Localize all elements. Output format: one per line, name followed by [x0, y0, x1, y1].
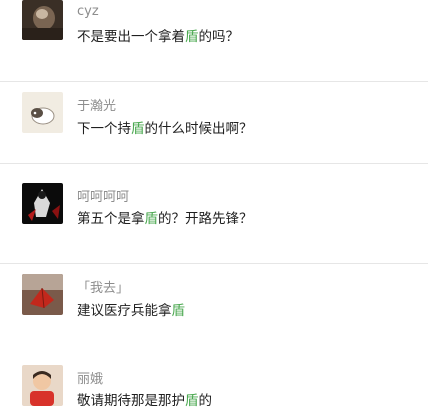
- highlighted-keyword: 盾: [185, 29, 199, 45]
- cat-avatar[interactable]: [22, 92, 63, 133]
- comment-text-part: 建议医疗兵能拿: [77, 303, 172, 319]
- comment-text-part: 的？开路先锋？: [158, 211, 253, 227]
- dark-portrait-avatar[interactable]: [22, 0, 63, 40]
- highlighted-keyword: 盾: [171, 303, 186, 319]
- highlighted-keyword: 盾: [144, 211, 159, 227]
- comment-text-part: 不是要出一个拿着: [77, 29, 185, 45]
- comment-text: 敬请期待那是那护盾的: [77, 389, 212, 409]
- comment-author-name[interactable]: 「我去」: [77, 277, 129, 296]
- comment-text: 第五个是拿盾的？开路先锋？: [77, 207, 253, 227]
- comment-item: 于瀚光 下一个持盾的什么时候出啊？: [0, 82, 428, 164]
- comment-author-name[interactable]: 于瀚光: [77, 95, 116, 114]
- comment-author-name[interactable]: 丽娥: [77, 368, 103, 387]
- comment-text: 下一个持盾的什么时候出啊？: [77, 117, 253, 137]
- comment-author-name[interactable]: cyz: [77, 4, 99, 19]
- comment-item: 丽娥 敬请期待那是那护盾的: [0, 356, 428, 409]
- black-figure-avatar[interactable]: [22, 183, 63, 224]
- comment-item: 「我去」 建议医疗兵能拿盾: [0, 264, 428, 356]
- red-leaf-avatar[interactable]: [22, 274, 63, 315]
- highlighted-keyword: 盾: [131, 121, 145, 137]
- comment-author-name[interactable]: 呵呵呵呵: [77, 186, 129, 205]
- comment-text-part: 的什么时候出啊？: [144, 121, 253, 137]
- comment-text: 不是要出一个拿着盾的吗？: [77, 25, 239, 45]
- comment-text-part: 下一个持: [77, 121, 131, 137]
- comment-text-part: 第五个是拿: [77, 211, 145, 227]
- comment-text: 建议医疗兵能拿盾: [77, 299, 185, 319]
- child-avatar[interactable]: [22, 365, 63, 406]
- comment-item: 呵呵呵呵 第五个是拿盾的？开路先锋？: [0, 164, 428, 263]
- comment-text-part: 的吗？: [198, 29, 240, 45]
- comment-item: cyz 不是要出一个拿着盾的吗？: [0, 0, 428, 82]
